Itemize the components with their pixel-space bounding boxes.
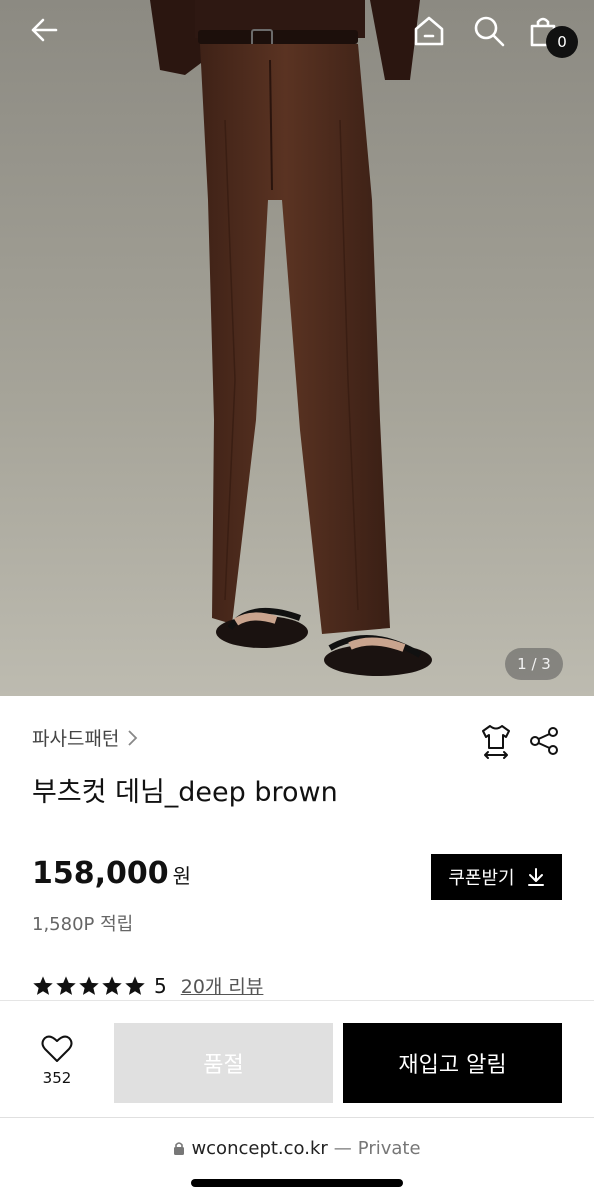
size-guide-icon (482, 725, 510, 759)
coupon-button[interactable]: 쿠폰받기 (431, 854, 562, 900)
private-label: Private (357, 1138, 421, 1159)
heart-icon (41, 1035, 73, 1062)
star-icon (125, 975, 145, 995)
star-icon (102, 975, 122, 995)
rating-value: 5 (154, 973, 167, 998)
home-indicator[interactable] (191, 1179, 403, 1187)
search-button[interactable] (472, 14, 512, 54)
star-icon (79, 975, 99, 995)
star-icon (33, 975, 53, 995)
home-icon (414, 16, 444, 46)
url-separator: — (333, 1138, 352, 1159)
url-display[interactable]: wconcept.co.kr — Private (0, 1138, 594, 1159)
back-arrow-icon (31, 18, 58, 42)
like-count: 352 (42, 1069, 72, 1087)
rating-row: 5 20개 리뷰 (32, 972, 263, 999)
image-counter: 1 / 3 (505, 648, 563, 680)
product-photo (0, 0, 594, 696)
browser-url-bar[interactable]: wconcept.co.kr — Private (0, 1118, 594, 1200)
coupon-button-label: 쿠폰받기 (448, 868, 515, 889)
star-rating (32, 975, 146, 997)
review-link[interactable]: 20개 리뷰 (181, 972, 264, 999)
size-guide-button[interactable] (476, 720, 516, 762)
download-icon (527, 868, 544, 886)
search-icon (474, 16, 505, 47)
restock-alert-button[interactable]: 재입고 알림 (343, 1023, 562, 1103)
url-domain: wconcept.co.kr (191, 1138, 328, 1159)
cart-count-badge: 0 (546, 26, 578, 58)
product-title: 부츠컷 데님_deep brown (32, 777, 338, 808)
home-button[interactable] (412, 14, 452, 54)
product-price: 158,000 (32, 856, 169, 891)
product-image[interactable]: 0 1 / 3 (0, 0, 594, 696)
brand-name: 파사드패턴 (32, 728, 120, 750)
points-text: 1,580P 적립 (32, 914, 134, 935)
back-button[interactable] (28, 14, 68, 54)
brand-link[interactable]: 파사드패턴 (32, 724, 139, 751)
chevron-right-icon (128, 729, 138, 746)
share-icon (530, 727, 558, 755)
share-button[interactable] (524, 720, 564, 762)
soldout-button[interactable]: 품절 (114, 1023, 333, 1103)
like-button[interactable]: 352 (22, 1035, 92, 1095)
price-currency: 원 (172, 864, 192, 888)
star-icon (56, 975, 76, 995)
lock-icon (174, 1142, 185, 1155)
bottom-action-bar: 352 품절 재입고 알림 (0, 1000, 594, 1118)
price-row: 158,000 원 (32, 856, 191, 891)
